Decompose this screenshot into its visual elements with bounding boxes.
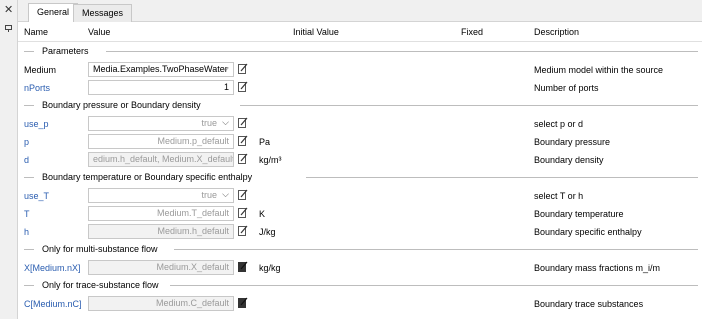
group-multi-substance: Only for multi-substance flow xyxy=(24,242,698,256)
group-pressure-density: Boundary pressure or Boundary density xyxy=(24,98,698,112)
matrix-edit-icon[interactable] xyxy=(238,261,248,272)
column-header: Name Value Initial Value Fixed Descripti… xyxy=(18,22,702,42)
pin-icon[interactable] xyxy=(5,25,12,32)
group-temperature-enthalpy: Boundary temperature or Boundary specifi… xyxy=(24,170,698,184)
row-d: d edium.h_default, Medium.X_default) kg/… xyxy=(24,152,604,167)
edit-icon[interactable] xyxy=(238,63,248,74)
row-h: h Medium.h_default J/kg Boundary specifi… xyxy=(24,224,642,239)
row-use-p: use_p true select p or d xyxy=(18,116,702,133)
row-medium: Medium Media.Examples.TwoPhaseWater Medi… xyxy=(18,62,702,79)
edit-icon[interactable] xyxy=(238,225,248,236)
edit-icon[interactable] xyxy=(238,81,248,92)
edit-icon[interactable] xyxy=(238,117,248,128)
header-description[interactable]: Description xyxy=(534,27,579,37)
edit-icon[interactable] xyxy=(238,153,248,164)
close-icon[interactable]: ✕ xyxy=(4,5,13,16)
tab-general[interactable]: General xyxy=(28,3,79,22)
nports-input[interactable]: 1 xyxy=(88,80,234,95)
side-strip: ✕ xyxy=(0,0,18,319)
h-input[interactable]: Medium.h_default xyxy=(88,224,234,239)
header-fixed[interactable]: Fixed xyxy=(461,27,483,37)
row-use-t: use_T true select T or h xyxy=(18,188,702,205)
group-parameters: Parameters xyxy=(24,44,698,58)
matrix-edit-icon[interactable] xyxy=(238,297,248,308)
row-p: p Medium.p_default Pa Boundary pressure xyxy=(24,134,611,149)
group-trace-substance: Only for trace-substance flow xyxy=(24,278,698,292)
tab-bar: General Messages xyxy=(18,0,702,22)
use-p-select[interactable]: true xyxy=(88,116,234,131)
parameter-grid: Parameters Medium Media.Examples.TwoPhas… xyxy=(18,42,702,319)
edit-icon[interactable] xyxy=(238,135,248,146)
edit-icon[interactable] xyxy=(238,189,248,200)
header-name[interactable]: Name xyxy=(24,27,48,37)
row-nports: nPorts 1 Number of ports xyxy=(24,80,599,95)
header-initial-value[interactable]: Initial Value xyxy=(293,27,339,37)
d-input[interactable]: edium.h_default, Medium.X_default) xyxy=(88,152,234,167)
c-input[interactable]: Medium.C_default xyxy=(88,296,234,311)
p-input[interactable]: Medium.p_default xyxy=(88,134,234,149)
row-x: X[Medium.nX] Medium.X_default kg/kg Boun… xyxy=(24,260,661,275)
use-t-select[interactable]: true xyxy=(88,188,234,203)
t-input[interactable]: Medium.T_default xyxy=(88,206,234,221)
row-t: T Medium.T_default K Boundary temperatur… xyxy=(24,206,624,221)
x-input[interactable]: Medium.X_default xyxy=(88,260,234,275)
tab-messages[interactable]: Messages xyxy=(73,4,133,22)
edit-icon[interactable] xyxy=(238,207,248,218)
row-c: C[Medium.nC] Medium.C_default Boundary t… xyxy=(24,296,644,311)
header-value[interactable]: Value xyxy=(88,27,110,37)
medium-select[interactable]: Media.Examples.TwoPhaseWater xyxy=(88,62,234,77)
